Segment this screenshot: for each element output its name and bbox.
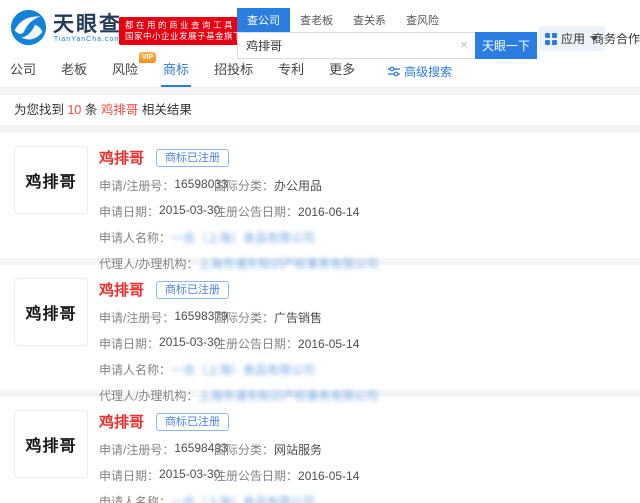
apply-date-label: 申请日期： xyxy=(99,203,159,220)
applicant-label: 申请人名称： xyxy=(99,361,171,378)
class-value: 广告销售 xyxy=(274,311,322,325)
applicant-link[interactable]: 一合（上海）食品有限公司 xyxy=(171,361,315,378)
agent-link[interactable]: 上海市浦东知识产权事务有限公司 xyxy=(198,255,378,272)
applicant-label: 申请人名称： xyxy=(99,493,171,503)
apply-date-value: 2015-03-30 xyxy=(159,203,220,220)
agent-link[interactable]: 上海市浦东知识产权事务有限公司 xyxy=(198,387,378,404)
divider xyxy=(0,125,640,133)
category-nav: 公司 老板 风险 VIP 商标 招投标 专利 更多 高级搜索 xyxy=(0,55,640,88)
class-value: 办公用品 xyxy=(274,179,322,193)
logo-subtitle: TianYanCha.com xyxy=(54,36,121,43)
apps-grid-icon xyxy=(545,33,557,45)
vip-badge: VIP xyxy=(139,52,156,63)
result-summary: 为您找到 10 条 鸡排哥 相关结果 xyxy=(0,95,640,125)
status-badge: 商标已注册 xyxy=(156,413,229,431)
reg-no-label: 申请/注册号： xyxy=(99,177,174,194)
trademark-image[interactable]: 鸡排哥 xyxy=(14,278,88,346)
nav-item-trademark[interactable]: 商标 xyxy=(161,55,191,87)
search-tab-boss[interactable]: 查老板 xyxy=(290,8,343,32)
apply-date-value: 2015-03-30 xyxy=(159,467,220,484)
logo-title: 天眼查 xyxy=(53,13,122,36)
pub-date-label: 注册公告日期： xyxy=(214,205,298,219)
agent-label: 代理人/办理机构： xyxy=(99,255,198,272)
search-tab-company[interactable]: 查公司 xyxy=(237,8,290,32)
tianyancha-eye-icon xyxy=(10,9,47,46)
trademark-title-link[interactable]: 鸡排哥 xyxy=(99,147,144,168)
search-tabs: 查公司 查老板 查关系 查风险 xyxy=(237,8,537,32)
pub-date-label: 注册公告日期： xyxy=(214,469,298,483)
class-label: 国际分类： xyxy=(214,443,274,457)
class-label: 国际分类： xyxy=(214,311,274,325)
search-keyword: 鸡排哥 xyxy=(101,103,139,117)
nav-item-more[interactable]: 更多 xyxy=(327,55,357,87)
result-count: 10 xyxy=(67,103,81,117)
agent-label: 代理人/办理机构： xyxy=(99,387,198,404)
nav-item-risk[interactable]: 风险 VIP xyxy=(110,55,140,87)
search-module: 查公司 查老板 查关系 查风险 × 天眼一下 xyxy=(237,8,537,59)
business-cooperation-link[interactable]: 商务合作 xyxy=(592,30,640,47)
nav-item-bidding[interactable]: 招投标 xyxy=(212,55,255,87)
nav-item-boss[interactable]: 老板 xyxy=(59,55,89,87)
nav-item-patent[interactable]: 专利 xyxy=(276,55,306,87)
reg-no-label: 申请/注册号： xyxy=(99,309,174,326)
search-tab-risk[interactable]: 查风险 xyxy=(396,8,449,32)
search-button[interactable]: 天眼一下 xyxy=(475,32,537,59)
nav-item-company[interactable]: 公司 xyxy=(8,55,38,87)
apply-date-label: 申请日期： xyxy=(99,335,159,352)
pub-date-value: 2016-06-14 xyxy=(298,205,359,219)
trademark-result-card: 鸡排哥 鸡排哥 商标已注册 申请/注册号：16598033 国际分类：办公用品 … xyxy=(0,133,640,258)
filter-sliders-icon xyxy=(388,66,400,77)
apply-date-label: 申请日期： xyxy=(99,467,159,484)
trademark-title-link[interactable]: 鸡排哥 xyxy=(99,279,144,300)
tianyancha-logo[interactable]: 天眼查 TianYanCha.com xyxy=(10,9,122,46)
applicant-link[interactable]: 一合（上海）食品有限公司 xyxy=(171,229,315,246)
apps-label: 应用 xyxy=(561,30,585,47)
pub-date-value: 2016-05-14 xyxy=(298,469,359,483)
pub-date-label: 注册公告日期： xyxy=(214,337,298,351)
trademark-result-card: 鸡排哥 鸡排哥 商标已注册 申请/注册号：16598493 国际分类：网站服务 … xyxy=(0,397,640,503)
advanced-search-link[interactable]: 高级搜索 xyxy=(388,55,452,87)
search-tab-relation[interactable]: 查关系 xyxy=(343,8,396,32)
applicant-link[interactable]: 一合（上海）食品有限公司 xyxy=(171,493,315,503)
divider xyxy=(0,88,640,95)
class-value: 网站服务 xyxy=(274,443,322,457)
trademark-image[interactable]: 鸡排哥 xyxy=(14,410,88,478)
pub-date-value: 2016-05-14 xyxy=(298,337,359,351)
trademark-result-card: 鸡排哥 鸡排哥 商标已注册 申请/注册号：16598379 国际分类：广告销售 … xyxy=(0,265,640,390)
status-badge: 商标已注册 xyxy=(156,149,229,167)
trademark-image[interactable]: 鸡排哥 xyxy=(14,146,88,214)
status-badge: 商标已注册 xyxy=(156,281,229,299)
applicant-label: 申请人名称： xyxy=(99,229,171,246)
reg-no-label: 申请/注册号： xyxy=(99,441,174,458)
trademark-title-link[interactable]: 鸡排哥 xyxy=(99,411,144,432)
clear-icon[interactable]: × xyxy=(460,38,468,52)
apply-date-value: 2015-03-30 xyxy=(159,335,220,352)
header: 天眼查 TianYanCha.com 都在用的商业查询工具 国家中小企业发展子基… xyxy=(0,0,640,55)
class-label: 国际分类： xyxy=(214,179,274,193)
